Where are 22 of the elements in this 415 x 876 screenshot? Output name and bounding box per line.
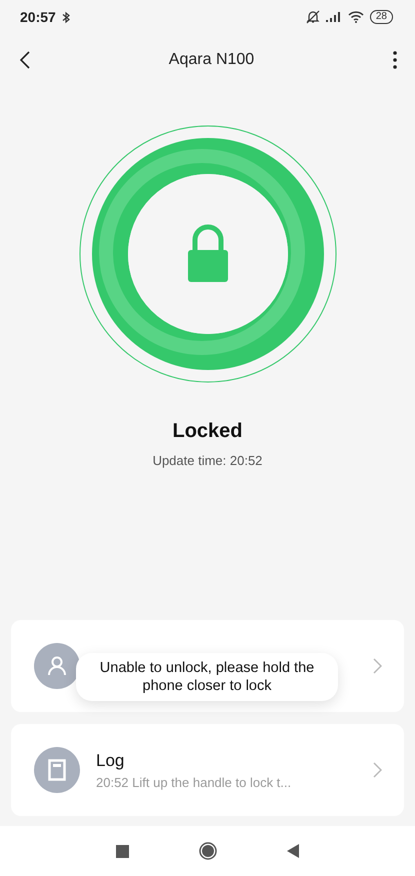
signal-icon	[326, 11, 342, 23]
chevron-right-icon	[373, 658, 382, 674]
back-icon[interactable]	[20, 51, 30, 69]
update-time: Update time: 20:52	[152, 453, 262, 468]
log-icon	[34, 747, 80, 793]
wifi-icon	[348, 11, 364, 23]
more-options-icon[interactable]	[392, 51, 397, 69]
back-nav-icon[interactable]	[287, 844, 299, 858]
status-time: 20:57	[20, 9, 56, 25]
log-card[interactable]: Log 20:52 Lift up the handle to lock t...	[11, 724, 404, 816]
chevron-right-icon	[373, 762, 382, 778]
device-title: Aqara N100	[168, 51, 254, 69]
toast-message: Unable to unlock, please hold the phone closer to lock	[76, 653, 338, 701]
home-icon[interactable]	[199, 842, 217, 860]
muted-bell-icon	[306, 10, 320, 24]
card-title: Log	[96, 750, 126, 770]
recents-icon[interactable]	[116, 844, 129, 858]
battery-indicator: 28	[370, 10, 393, 24]
user-icon	[34, 643, 80, 689]
card-subtitle: 20:52 Lift up the handle to lock t...	[96, 774, 292, 790]
lock-status: Locked	[172, 420, 243, 443]
bluetooth-icon	[62, 10, 70, 24]
